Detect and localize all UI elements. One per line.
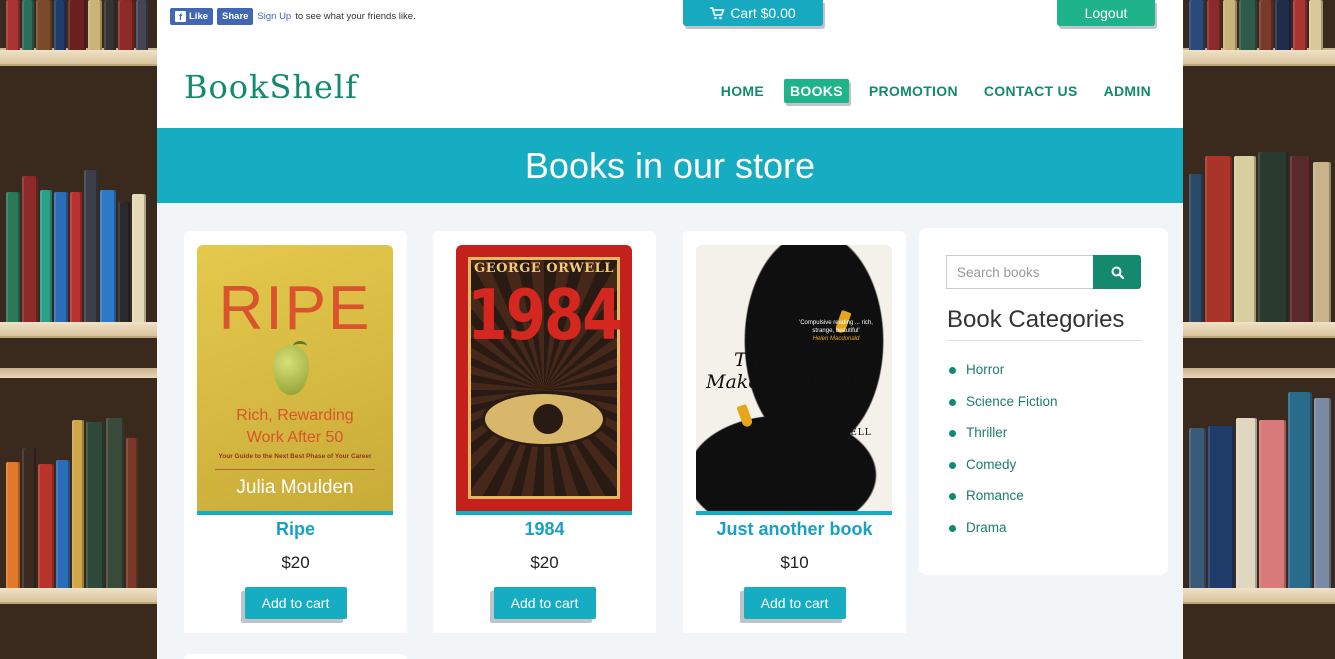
- category-label[interactable]: Thriller: [966, 425, 1007, 440]
- cover-subtitle-line2: Work After 50: [246, 429, 344, 446]
- cover-subtitle-line1: Rich, Rewarding: [236, 407, 354, 424]
- cover-author: Julia Moulden: [236, 477, 354, 498]
- nav-contact-us[interactable]: CONTACT US: [978, 79, 1084, 103]
- bullet-icon: [949, 398, 956, 406]
- facebook-widget: f Like Share Sign Up to see what your fr…: [170, 8, 416, 25]
- bullet-icon: [949, 430, 956, 438]
- book-cover-ripe[interactable]: RIPE Rich, Rewarding Work After 50 Your …: [197, 245, 393, 515]
- book-title[interactable]: Ripe: [184, 519, 407, 540]
- category-item[interactable]: Science Fiction: [949, 394, 1058, 426]
- book-cover-1984[interactable]: GEORGE ORWELL 1984: [456, 245, 632, 515]
- page-title: Books in our store: [524, 144, 816, 186]
- category-label[interactable]: Science Fiction: [966, 394, 1058, 409]
- cover-title-line2: Maker of Swans: [706, 371, 862, 393]
- page-title-banner: Books in our store: [157, 128, 1183, 203]
- category-item[interactable]: Comedy: [949, 457, 1058, 489]
- cart-label: Cart $0.00: [730, 5, 796, 21]
- category-label[interactable]: Comedy: [966, 457, 1016, 472]
- facebook-icon: f: [175, 11, 186, 22]
- category-label[interactable]: Drama: [966, 520, 1007, 535]
- facebook-like-label: Like: [189, 11, 209, 22]
- book-card: GEORGE ORWELL 1984 1984 $20 Add to cart: [433, 231, 656, 633]
- cover-subtitle: Rich, Rewarding Work After 50: [197, 405, 393, 449]
- bookshelf-background-right: [1183, 0, 1335, 659]
- facebook-signup-link[interactable]: Sign Up: [257, 11, 291, 22]
- category-list: Horror Science Fiction Thriller Comedy R…: [949, 362, 1058, 552]
- facebook-share-button[interactable]: Share: [217, 8, 254, 25]
- book-card-partial: [184, 654, 407, 659]
- bullet-icon: [949, 493, 956, 501]
- categories-heading: Book Categories: [947, 306, 1142, 341]
- facebook-share-label: Share: [222, 11, 249, 22]
- book-cover-maker-of-swans[interactable]: 'Compulsive reading ... rich, strange, b…: [696, 245, 892, 515]
- eye-graphic: [482, 391, 606, 447]
- add-to-cart-button[interactable]: Add to cart: [244, 587, 347, 619]
- shopping-cart-icon: [710, 6, 725, 19]
- category-label[interactable]: Horror: [966, 362, 1004, 377]
- book-price: $20: [530, 553, 559, 572]
- logout-button[interactable]: Logout: [1057, 0, 1155, 26]
- facebook-signup-text: to see what your friends like.: [295, 11, 416, 22]
- page-container: f Like Share Sign Up to see what your fr…: [157, 0, 1183, 659]
- cover-title: The Maker of Swans: [706, 349, 862, 393]
- category-item[interactable]: Horror: [949, 362, 1058, 394]
- cover-quote-author: Helen Macdonald: [812, 336, 860, 342]
- category-label[interactable]: Romance: [966, 488, 1024, 503]
- bullet-icon: [949, 367, 956, 374]
- add-to-cart-button[interactable]: Add to cart: [493, 587, 596, 619]
- category-item[interactable]: Drama: [949, 520, 1058, 552]
- category-item[interactable]: Romance: [949, 488, 1058, 520]
- bullet-icon: [949, 524, 956, 532]
- pear-graphic: [273, 345, 309, 395]
- book-price: $20: [281, 553, 310, 572]
- book-card: RIPE Rich, Rewarding Work After 50 Your …: [184, 231, 407, 633]
- nav-books[interactable]: BOOKS: [784, 79, 849, 103]
- header: f Like Share Sign Up to see what your fr…: [157, 0, 1183, 128]
- main-nav: HOME BOOKS PROMOTION CONTACT US ADMIN: [715, 79, 1157, 103]
- search-icon: [1111, 266, 1124, 279]
- cover-title-line1: The: [734, 349, 771, 371]
- cover-quote-text: 'Compulsive reading ... rich, strange, b…: [799, 320, 873, 334]
- eye-pupil-graphic: [533, 404, 563, 434]
- add-to-cart-button[interactable]: Add to cart: [743, 587, 846, 619]
- category-item[interactable]: Thriller: [949, 425, 1058, 457]
- cover-tagline: Your Guide to the Next Best Phase of You…: [218, 453, 372, 460]
- book-title[interactable]: 1984: [433, 519, 656, 540]
- book-title[interactable]: Just another book: [683, 519, 906, 540]
- site-logo[interactable]: BookShelf: [184, 68, 358, 106]
- cart-button[interactable]: Cart $0.00: [683, 0, 823, 26]
- search-button[interactable]: [1093, 255, 1141, 289]
- cover-title: 1984: [467, 274, 622, 356]
- nav-promotion[interactable]: PROMOTION: [863, 79, 964, 103]
- cover-divider: [215, 469, 375, 470]
- nav-home[interactable]: HOME: [715, 79, 770, 103]
- cover-quote: 'Compulsive reading ... rich, strange, b…: [796, 319, 876, 343]
- cover-author-line2: O'DONNELL: [804, 428, 872, 438]
- book-card: 'Compulsive reading ... rich, strange, b…: [683, 231, 906, 633]
- cover-author: PARAIC O'DONNELL: [804, 417, 872, 439]
- bookshelf-background-left: [0, 0, 157, 659]
- nav-admin[interactable]: ADMIN: [1098, 79, 1157, 103]
- search-input[interactable]: [946, 255, 1094, 289]
- cover-title: RIPE: [218, 274, 372, 343]
- facebook-like-button[interactable]: f Like: [170, 8, 214, 25]
- bullet-icon: [949, 461, 956, 469]
- sidebar: Book Categories Horror Science Fiction T…: [919, 228, 1168, 575]
- cover-author-line1: PARAIC: [817, 417, 859, 427]
- book-price: $10: [780, 553, 809, 572]
